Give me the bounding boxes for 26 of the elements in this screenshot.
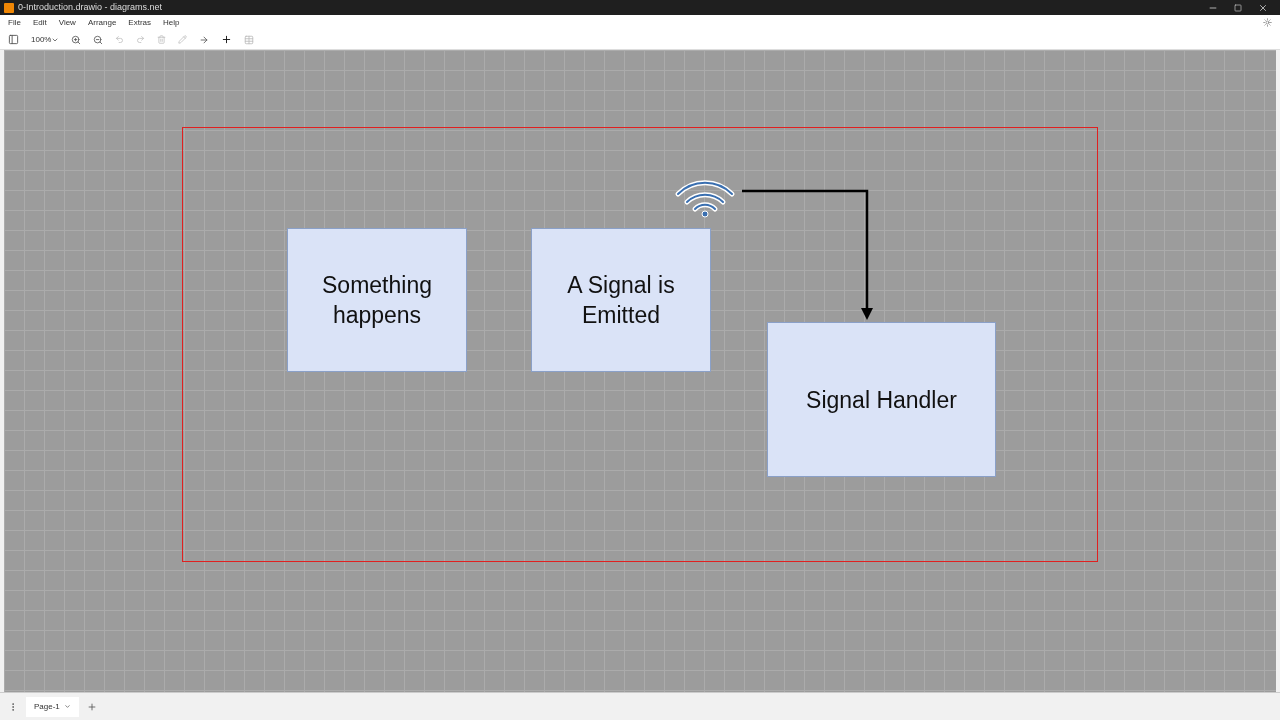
line-color-icon[interactable] xyxy=(178,35,188,44)
zoom-out-icon[interactable] xyxy=(93,34,104,45)
caret-icon xyxy=(63,703,71,710)
menu-item[interactable]: Help xyxy=(163,16,180,29)
close-icon[interactable] xyxy=(1258,2,1268,13)
window-title: 0-Introduction.drawio - diagrams.net xyxy=(18,0,163,14)
connection-icon[interactable] xyxy=(199,34,210,45)
zoom-dropdown[interactable]: 100% xyxy=(31,33,60,46)
menu-item[interactable]: Edit xyxy=(32,16,47,29)
maximize-icon[interactable] xyxy=(1234,3,1242,12)
zoom-in-icon[interactable] xyxy=(71,34,82,45)
add-page-icon[interactable] xyxy=(86,701,97,712)
menu-item[interactable]: File xyxy=(8,16,21,29)
menu-item[interactable]: Arrange xyxy=(87,16,117,29)
menu-item[interactable]: Extras xyxy=(128,16,152,29)
process-box: A Signal is Emitted xyxy=(531,228,711,372)
format-panel-icon[interactable] xyxy=(8,34,19,45)
process-box: Signal Handler xyxy=(767,322,996,477)
table-icon[interactable] xyxy=(244,34,255,45)
menu-item[interactable]: View xyxy=(58,16,76,29)
wifi-signal-icon xyxy=(674,180,736,218)
page-tab[interactable]: Page-1 xyxy=(26,696,79,717)
insert-icon[interactable] xyxy=(221,34,233,45)
app-logo-icon xyxy=(4,2,14,13)
process-box: Something happens xyxy=(287,228,467,372)
theme-icon[interactable] xyxy=(1263,18,1272,27)
